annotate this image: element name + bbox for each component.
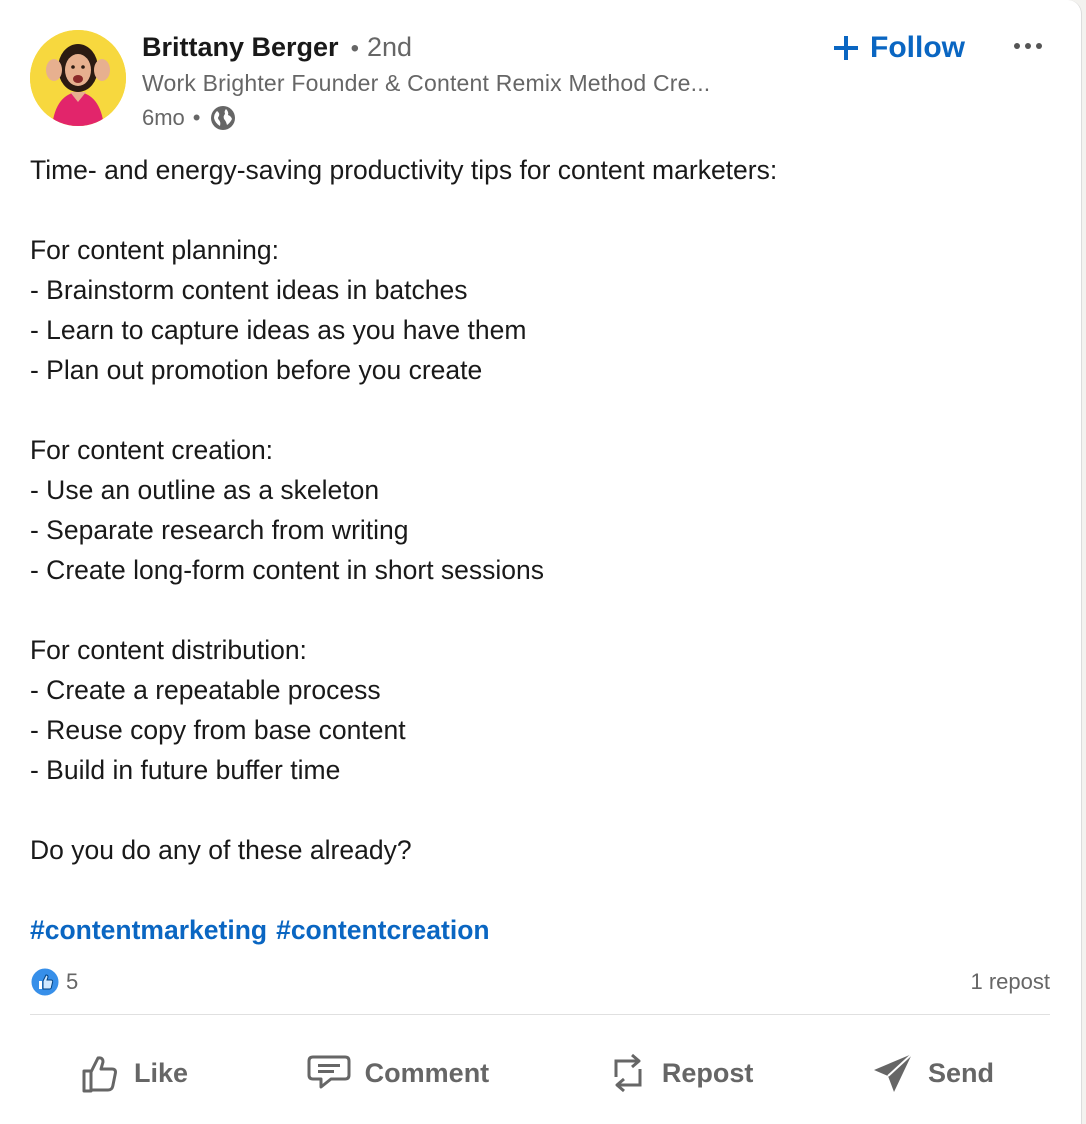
comment-label: Comment <box>364 1057 490 1088</box>
name-separator: • <box>350 35 359 62</box>
post-line: - Learn to capture ideas as you have the… <box>30 315 527 345</box>
plus-icon <box>834 36 858 60</box>
post-line: For content distribution: <box>30 635 307 665</box>
hashtag-link[interactable]: #contentmarketing <box>30 910 267 950</box>
repost-button[interactable]: Repost <box>588 1043 774 1103</box>
post-line <box>30 190 1050 230</box>
hashtags: #contentmarketing #contentcreation <box>30 910 490 950</box>
repost-label: Repost <box>661 1057 754 1088</box>
post-meta: 6mo • <box>142 102 237 134</box>
author-headline: Work Brighter Founder & Content Remix Me… <box>142 70 711 96</box>
post-line: Time- and energy-saving productivity tip… <box>30 155 778 185</box>
avatar-photo <box>30 30 126 126</box>
send-label: Send <box>927 1057 994 1088</box>
divider <box>30 1014 1050 1015</box>
action-bar: Like Comment Repost Send <box>30 1040 1050 1106</box>
author-name[interactable]: Brittany Berger <box>142 32 339 63</box>
reaction-count: 5 <box>66 969 79 994</box>
more-options-button[interactable] <box>1008 30 1048 62</box>
hashtag-link[interactable]: #contentcreation <box>276 910 490 950</box>
author-name-row: Brittany Berger • 2nd <box>142 32 412 68</box>
comment-button[interactable]: Comment <box>287 1043 510 1103</box>
globe-icon <box>209 104 237 132</box>
send-button[interactable]: Send <box>852 1043 1014 1103</box>
like-reaction-icon <box>30 967 60 997</box>
author-avatar[interactable] <box>30 30 126 126</box>
post-line: - Separate research from writing <box>30 515 409 545</box>
social-counts: 5 1 repost <box>30 964 1050 1000</box>
post-line <box>30 790 1050 830</box>
post-line: For content creation: <box>30 435 274 465</box>
repost-count[interactable]: 1 repost <box>971 969 1051 995</box>
repost-icon <box>614 1053 642 1093</box>
post-line: - Plan out promotion before you create <box>30 355 483 385</box>
like-label: Like <box>134 1057 189 1088</box>
post-line: - Reuse copy from base content <box>30 715 406 745</box>
follow-label: Follow <box>870 31 965 64</box>
post-line: - Brainstorm content ideas in batches <box>30 275 468 305</box>
post-time: 6mo <box>142 105 185 130</box>
follow-button[interactable]: Follow <box>832 26 965 70</box>
reactions-count[interactable]: 5 <box>30 967 78 997</box>
thumbs-up-icon <box>82 1056 117 1093</box>
like-button[interactable]: Like <box>60 1043 208 1103</box>
send-icon <box>873 1053 913 1092</box>
post-line: - Use an outline as a skeleton <box>30 475 380 505</box>
post-line <box>30 590 1050 630</box>
meta-separator: • <box>192 105 201 130</box>
post-line: For content planning: <box>30 235 279 265</box>
post-line: - Build in future buffer time <box>30 755 341 785</box>
post-line: - Create a repeatable process <box>30 675 381 705</box>
connection-degree: 2nd <box>366 32 413 62</box>
post-line <box>30 390 1050 430</box>
post-body: Time- and energy-saving productivity tip… <box>30 150 1050 870</box>
comment-icon <box>307 1055 351 1089</box>
post-line: - Create long-form content in short sess… <box>30 555 545 585</box>
post-line: Do you do any of these already? <box>30 835 412 865</box>
post-card: Brittany Berger • 2nd Work Brighter Foun… <box>0 0 1082 1124</box>
ellipsis-icon <box>1014 43 1042 49</box>
